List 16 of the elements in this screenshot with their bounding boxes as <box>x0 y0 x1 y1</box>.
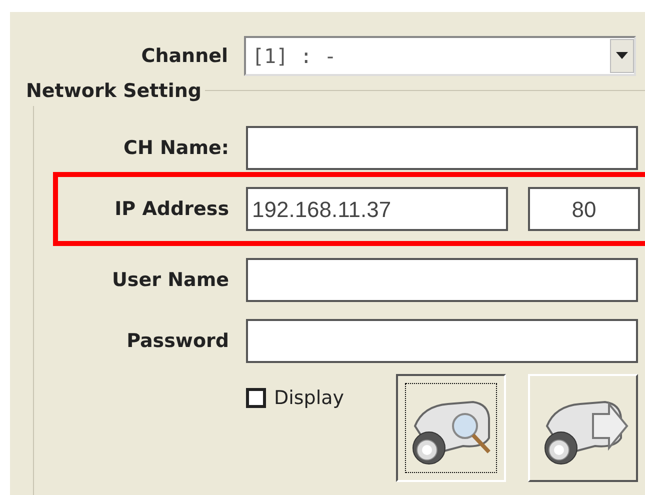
connect-camera-button[interactable] <box>528 374 638 482</box>
search-camera-button[interactable] <box>396 374 506 482</box>
ip-address-field[interactable]: 192.168.11.37 <box>246 187 508 231</box>
channel-value: [1] : - <box>252 43 336 70</box>
field-label: Password <box>126 328 229 354</box>
input-field[interactable] <box>246 319 638 363</box>
display-checkbox[interactable] <box>246 388 266 408</box>
channel-dropdown[interactable]: [1] : - <box>244 36 636 76</box>
port-field[interactable]: 80 <box>528 187 640 231</box>
field-label: IP Address <box>114 196 229 222</box>
channel-label: Channel <box>140 44 228 69</box>
input-field[interactable] <box>246 258 638 302</box>
display-label: Display <box>274 388 344 408</box>
input-field[interactable] <box>246 126 638 170</box>
field-label: User Name <box>110 268 229 293</box>
field-label: CH Name: <box>122 136 229 161</box>
